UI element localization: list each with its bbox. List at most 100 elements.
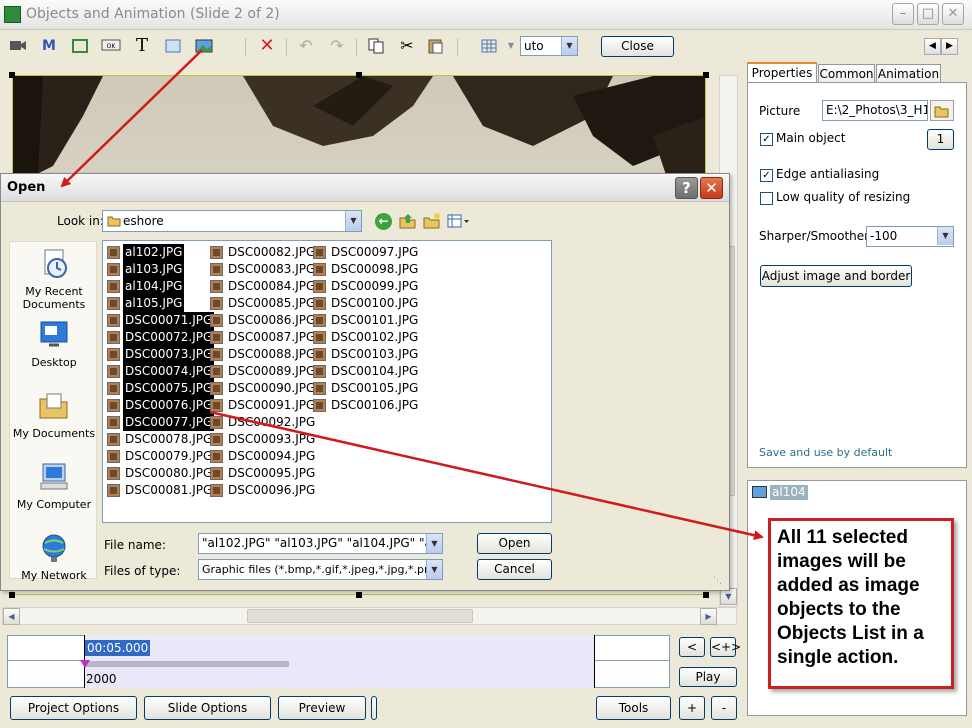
text-icon[interactable]: T [131, 35, 153, 57]
slide-options-button[interactable]: Slide Options [144, 696, 271, 720]
main-object-number-button[interactable]: 1 [927, 129, 954, 150]
selection-handle[interactable] [9, 72, 15, 78]
jpg-file-icon [210, 399, 223, 412]
cut-icon[interactable]: ✂ [396, 35, 418, 57]
browse-folder-icon[interactable] [930, 100, 954, 121]
jpg-file-icon [313, 399, 326, 412]
jpg-file-icon [313, 314, 326, 327]
project-options-button[interactable]: Project Options [10, 696, 137, 720]
file-name: DSC00079.JPG [125, 449, 213, 463]
adjust-image-border-button[interactable]: Adjust image and border [760, 265, 912, 287]
selection-handle[interactable] [703, 592, 709, 598]
file-name: DSC00103.JPG [331, 347, 419, 361]
image-icon[interactable] [193, 35, 215, 57]
add-button[interactable]: + [679, 696, 705, 720]
dialog-close-button[interactable]: ✕ [700, 177, 723, 199]
app-window: Objects and Animation (Slide 2 of 2) – □… [0, 0, 972, 728]
save-default-link[interactable]: Save and use by default [759, 446, 892, 459]
file-name: DSC00098.JPG [331, 262, 419, 276]
up-folder-icon[interactable] [399, 212, 417, 233]
place-my-recent-documents[interactable]: My Recent Documents [10, 248, 98, 311]
jpg-file-icon [107, 331, 120, 344]
main-object-label: Main object [776, 131, 846, 145]
place-label: My Computer [16, 498, 92, 511]
place-desktop[interactable]: Desktop [10, 319, 98, 369]
copy-icon[interactable] [365, 35, 387, 57]
look-in-select[interactable]: eshore ▼ [102, 210, 362, 232]
separator [245, 38, 246, 56]
back-icon[interactable]: ← [375, 213, 392, 230]
timeline-prev-button[interactable]: < [679, 637, 705, 657]
picture-path-field[interactable]: E:\2_Photos\3_H1 [822, 100, 928, 121]
timeline-marker-icon[interactable] [80, 660, 90, 668]
file-name: DSC00088.JPG [228, 347, 316, 361]
scroll-left-button[interactable]: ◀ [3, 608, 20, 625]
mask-icon[interactable]: M [38, 35, 60, 57]
maximize-button[interactable]: □ [917, 3, 939, 25]
selection-handle[interactable] [9, 592, 15, 598]
selection-handle[interactable] [356, 592, 362, 598]
tab-properties[interactable]: Properties [747, 62, 817, 84]
file-name: al104.JPG [123, 278, 185, 295]
file-type-select[interactable]: Graphic files (*.bmp,*.gif,*.jpeg,*.jpg,… [198, 559, 443, 580]
jpg-file-icon [107, 263, 120, 276]
edge-antialiasing-checkbox[interactable]: ✓ [760, 169, 773, 182]
place-my-documents[interactable]: My Documents [10, 390, 98, 440]
tab-common[interactable]: Common [818, 64, 875, 84]
more-button[interactable] [371, 696, 377, 720]
camera-icon[interactable] [7, 35, 29, 57]
jpg-file-icon [210, 382, 223, 395]
remove-button[interactable]: - [711, 696, 737, 720]
selection-handle[interactable] [356, 72, 362, 78]
window-close-button[interactable]: ✕ [942, 3, 964, 25]
file-name: DSC00091.JPG [228, 398, 316, 412]
rectangle-icon[interactable] [162, 35, 184, 57]
next-slide-button[interactable]: ▶ [941, 38, 958, 55]
preview-button[interactable]: Preview [278, 696, 366, 720]
file-name-field[interactable]: "al102.JPG" "al103.JPG" "al104.JPG" "al1… [198, 533, 443, 554]
redo-icon[interactable]: ↷ [326, 35, 348, 57]
new-folder-icon[interactable] [423, 212, 441, 233]
tab-animation[interactable]: Animation [876, 64, 941, 84]
timeline-expand-button[interactable]: <+> [710, 637, 741, 657]
timeline-duration-bar[interactable] [85, 661, 289, 667]
help-button[interactable]: ? [675, 177, 698, 199]
selection-handle[interactable] [703, 72, 709, 78]
cancel-button[interactable]: Cancel [477, 559, 552, 580]
prev-slide-button[interactable]: ◀ [924, 38, 941, 55]
sharper-smoother-label: Sharper/Smoother [759, 229, 870, 243]
jpg-file-icon [107, 484, 120, 497]
open-button[interactable]: Open [477, 533, 552, 554]
scroll-right-button[interactable]: ▶ [700, 608, 717, 625]
snap-select[interactable]: uto ▼ [520, 36, 578, 56]
scroll-thumb[interactable] [247, 609, 473, 623]
place-label: Desktop [31, 356, 77, 369]
object-list-item[interactable]: al104 [770, 485, 808, 500]
play-button[interactable]: Play [679, 667, 737, 687]
place-my-network[interactable]: My Network [10, 532, 98, 582]
main-object-checkbox[interactable]: ✓ [760, 133, 773, 146]
horizontal-scrollbar[interactable]: ◀ ▶ [2, 607, 737, 625]
file-type-value: Graphic files (*.bmp,*.gif,*.jpeg,*.jpg,… [202, 563, 443, 576]
resize-grip-icon[interactable]: ⋱ [713, 576, 725, 588]
view-menu-icon[interactable] [447, 212, 471, 233]
ok-button-icon[interactable]: OK [100, 35, 122, 57]
sharper-smoother-select[interactable]: -100 ▼ [866, 226, 954, 247]
grid-icon[interactable] [478, 35, 500, 57]
grid-dropdown-icon[interactable]: ▼ [505, 35, 517, 57]
file-name: DSC00084.JPG [228, 279, 316, 293]
delete-icon[interactable]: ✕ [256, 35, 278, 57]
tools-button[interactable]: Tools [596, 696, 671, 720]
minimize-button[interactable]: – [892, 3, 914, 25]
low-quality-checkbox[interactable] [760, 192, 773, 205]
file-name: DSC00087.JPG [228, 330, 316, 344]
jpg-file-icon [107, 399, 120, 412]
jpg-file-icon [210, 314, 223, 327]
close-button[interactable]: Close [601, 36, 674, 57]
frame-icon[interactable] [69, 35, 91, 57]
file-name: al105.JPG [123, 295, 185, 312]
file-list[interactable]: al102.JPG al103.JPG al104.JPG al105.JPG DSC0… [102, 240, 552, 523]
place-my-computer[interactable]: My Computer [10, 461, 98, 511]
undo-icon[interactable]: ↶ [295, 35, 317, 57]
paste-icon[interactable] [425, 35, 447, 57]
